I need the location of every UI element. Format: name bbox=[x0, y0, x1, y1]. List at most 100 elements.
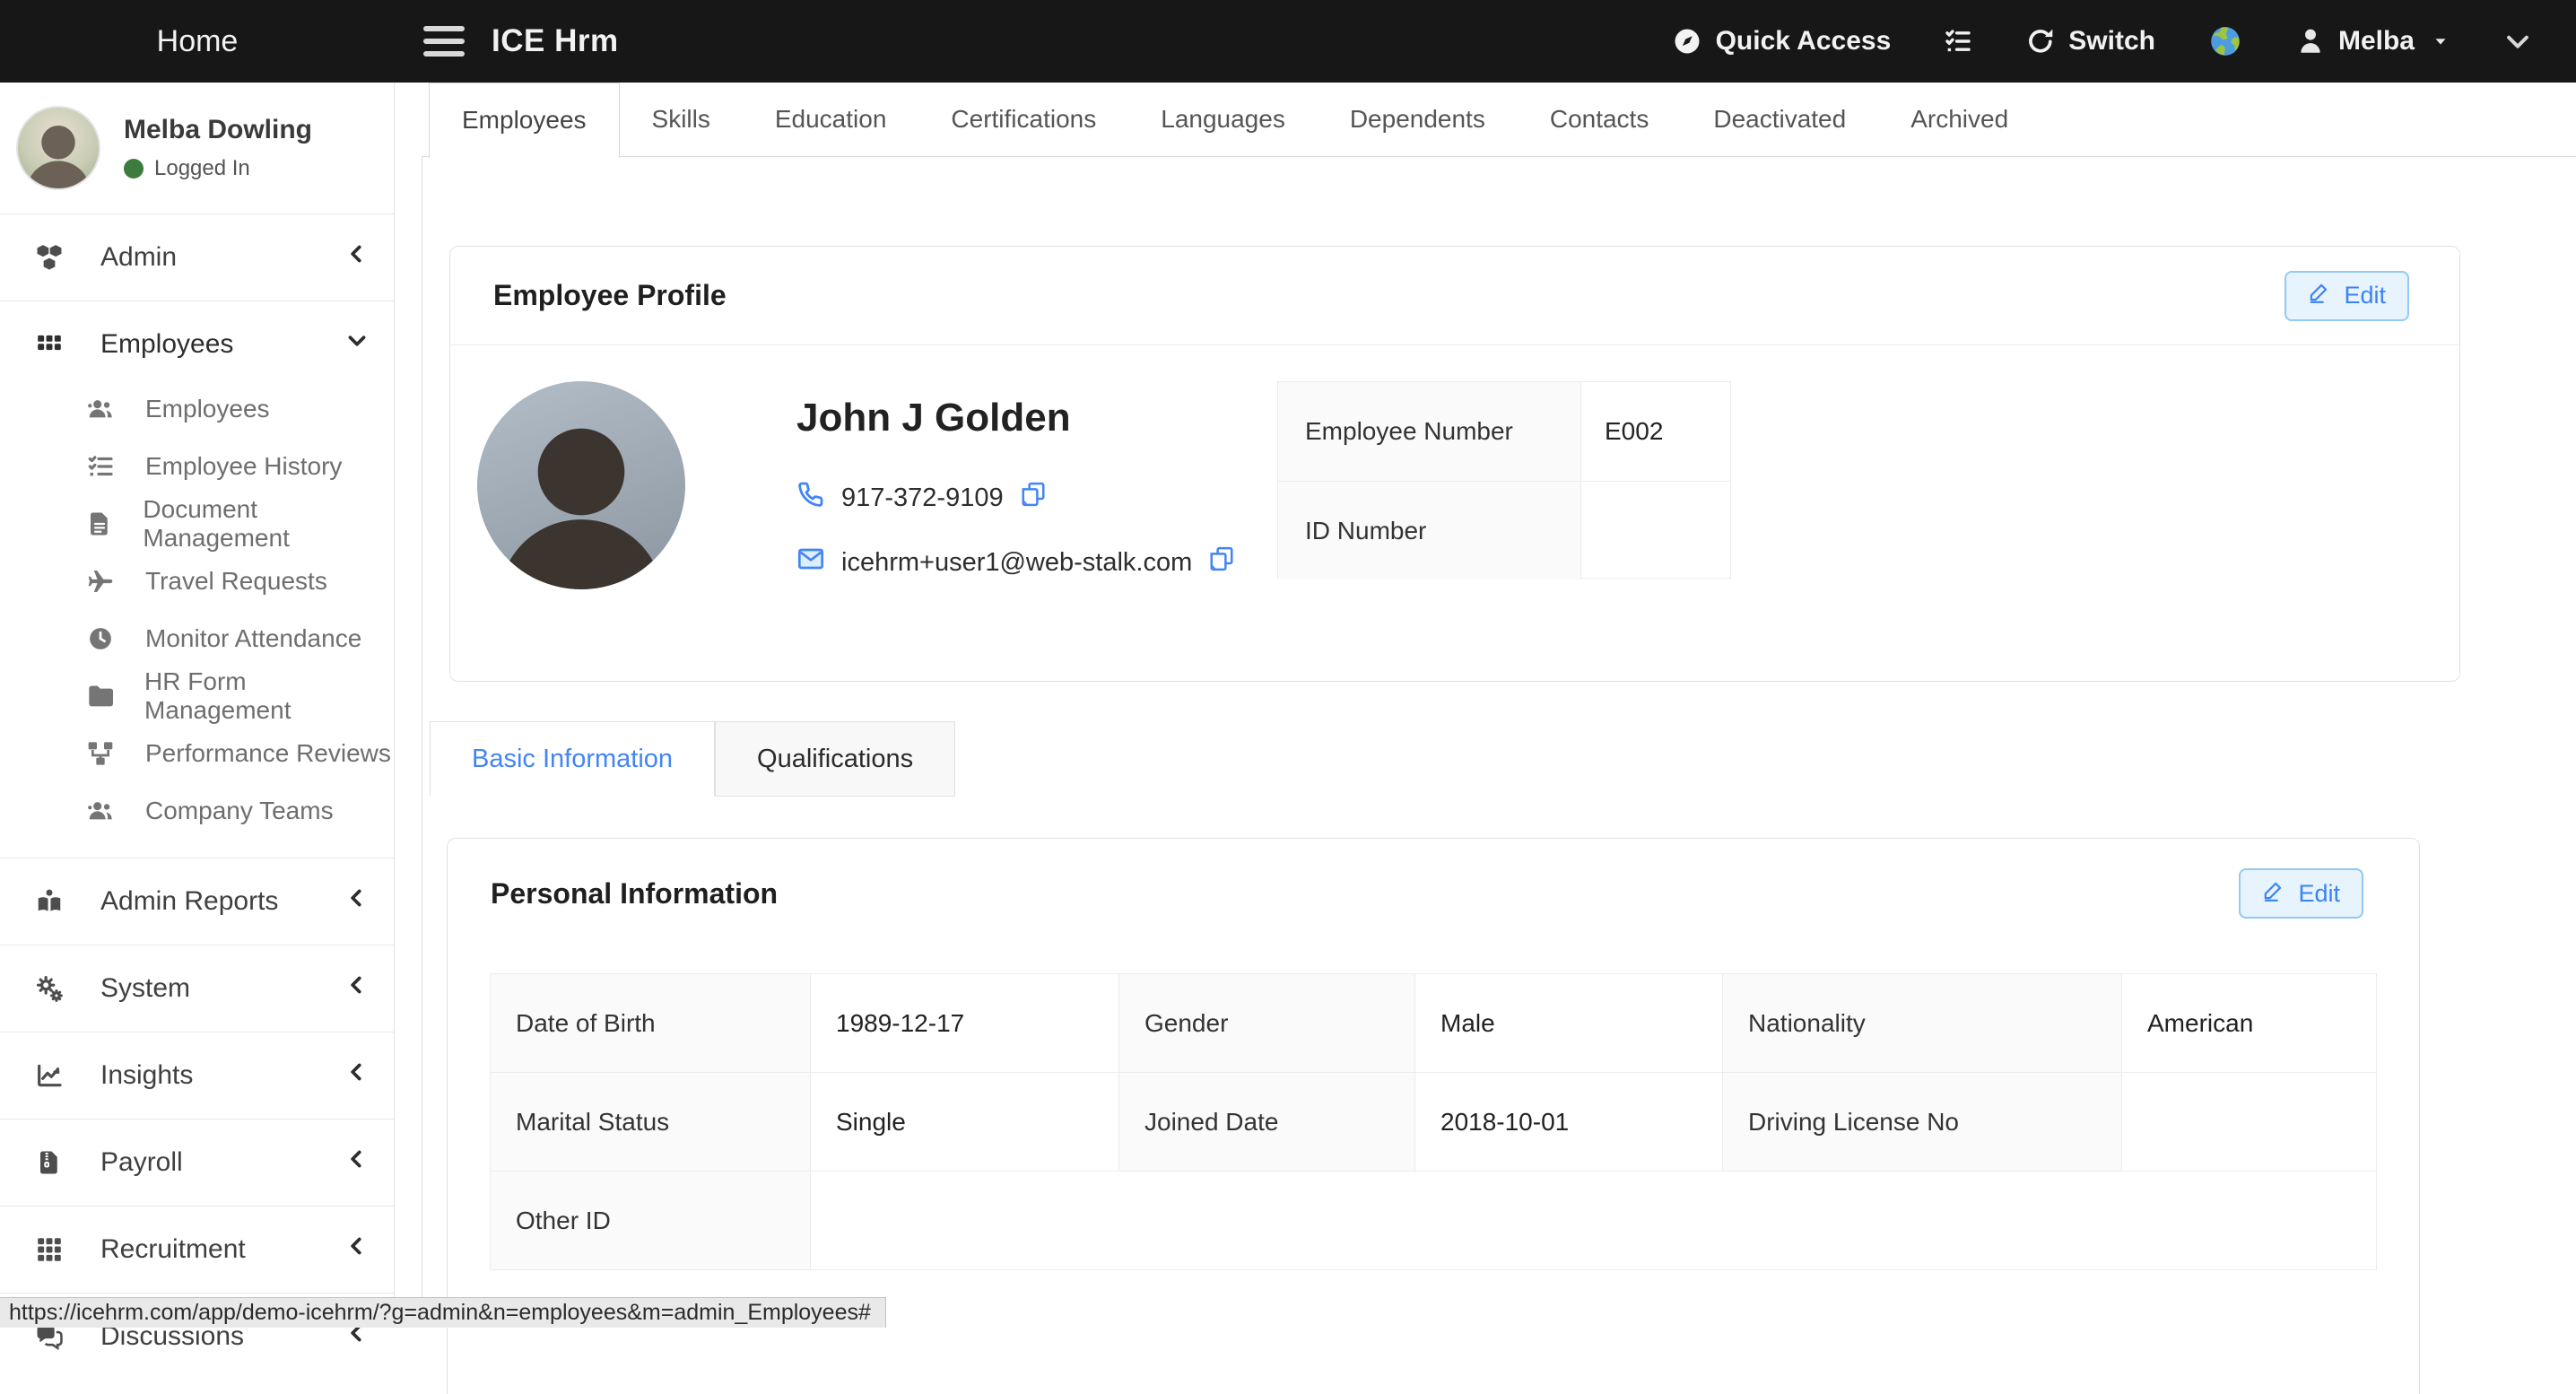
file-zipper-icon bbox=[30, 1149, 68, 1176]
switch-icon bbox=[2025, 26, 2056, 57]
sidebar-item-employees[interactable]: Employees bbox=[0, 309, 394, 380]
personal-edit-button[interactable]: Edit bbox=[2239, 868, 2363, 919]
subtab-qualifications[interactable]: Qualifications bbox=[715, 721, 955, 797]
quick-access-button[interactable]: Quick Access bbox=[1671, 25, 1892, 57]
table-row: Date of Birth 1989-12-17 Gender Male Nat… bbox=[491, 974, 2377, 1073]
list-check-icon bbox=[83, 452, 118, 481]
tab-languages[interactable]: Languages bbox=[1128, 83, 1318, 156]
top-bar: Home ICE Hrm Quick Access Switch bbox=[0, 0, 2576, 83]
status-url-bar: https://icehrm.com/app/demo-icehrm/?g=ad… bbox=[0, 1297, 886, 1328]
module-tabs: Employees Skills Education Certification… bbox=[429, 83, 2576, 156]
sidebar-subitem-employee-history[interactable]: Employee History bbox=[0, 438, 394, 495]
sidebar-subitem-employees[interactable]: Employees bbox=[0, 380, 394, 438]
table-row: Employee Number E002 bbox=[1278, 382, 1730, 481]
table-row: Other ID bbox=[491, 1172, 2377, 1270]
table-row: ID Number bbox=[1278, 481, 1730, 579]
tab-archived[interactable]: Archived bbox=[1878, 83, 2041, 156]
sidebar-item-insights[interactable]: Insights bbox=[0, 1040, 394, 1111]
chevron-left-icon bbox=[345, 1147, 369, 1178]
phone-icon bbox=[796, 480, 825, 516]
employee-phone-row: 917-372-9109 bbox=[796, 480, 1235, 516]
employee-photo bbox=[477, 381, 685, 589]
personal-information-title: Personal Information bbox=[491, 877, 778, 910]
sidebar-user-card: Melba Dowling Logged In bbox=[0, 83, 394, 214]
tasks-button[interactable] bbox=[1943, 26, 1973, 57]
sidebar-subitem-hr-form-management[interactable]: HR Form Management bbox=[0, 667, 394, 725]
compass-icon bbox=[1671, 25, 1703, 57]
employee-profile-card: Employee Profile Edit John J Golden bbox=[449, 246, 2460, 682]
copy-icon[interactable] bbox=[1208, 545, 1235, 579]
sidebar-item-admin-reports[interactable]: Admin Reports bbox=[0, 866, 394, 937]
sidebar-subitem-performance-reviews[interactable]: Performance Reviews bbox=[0, 725, 394, 782]
tab-certifications[interactable]: Certifications bbox=[918, 83, 1128, 156]
employee-id-table: Employee Number E002 ID Number bbox=[1277, 381, 1731, 579]
clock-icon bbox=[83, 625, 118, 652]
tab-education[interactable]: Education bbox=[743, 83, 919, 156]
sidebar-subitem-travel-requests[interactable]: Travel Requests bbox=[0, 553, 394, 610]
tab-contacts[interactable]: Contacts bbox=[1518, 83, 1682, 156]
tab-deactivated[interactable]: Deactivated bbox=[1681, 83, 1878, 156]
mail-icon bbox=[796, 545, 825, 580]
chevron-left-icon bbox=[345, 1234, 369, 1265]
sidebar-item-recruitment[interactable]: Recruitment bbox=[0, 1214, 394, 1285]
status-dot bbox=[124, 159, 144, 179]
hamburger-menu-icon[interactable] bbox=[423, 26, 465, 57]
caret-down-icon bbox=[2431, 31, 2450, 51]
edit-pencil-icon bbox=[2308, 281, 2331, 310]
user-menu[interactable]: Melba bbox=[2295, 26, 2450, 57]
users-icon bbox=[83, 797, 118, 825]
gears-icon bbox=[30, 973, 68, 1004]
personal-information-table: Date of Birth 1989-12-17 Gender Male Nat… bbox=[490, 973, 2377, 1270]
tab-dependents[interactable]: Dependents bbox=[1318, 83, 1518, 156]
user-name: Melba Dowling bbox=[124, 115, 312, 145]
collapse-topbar-button[interactable] bbox=[2502, 26, 2533, 57]
profile-subtabs: Basic Information Qualifications bbox=[430, 721, 955, 797]
employee-email[interactable]: icehrm+user1@web-stalk.com bbox=[841, 548, 1192, 578]
employee-name: John J Golden bbox=[796, 396, 1235, 440]
sidebar-item-admin[interactable]: Admin bbox=[0, 222, 394, 293]
edit-pencil-icon bbox=[2262, 879, 2285, 909]
tab-panel: Employee Profile Edit John J Golden bbox=[422, 156, 2576, 1328]
user-icon bbox=[2295, 26, 2326, 57]
chevron-down-icon bbox=[345, 329, 369, 360]
sidebar-item-system[interactable]: System bbox=[0, 953, 394, 1024]
employee-phone[interactable]: 917-372-9109 bbox=[841, 484, 1004, 513]
profile-edit-button[interactable]: Edit bbox=[2284, 271, 2409, 321]
tab-skills[interactable]: Skills bbox=[620, 83, 743, 156]
sidebar-item-payroll[interactable]: Payroll bbox=[0, 1127, 394, 1198]
tab-employees[interactable]: Employees bbox=[429, 83, 620, 158]
employee-profile-title: Employee Profile bbox=[493, 279, 727, 312]
plane-icon bbox=[83, 567, 118, 596]
login-status: Logged In bbox=[154, 156, 250, 181]
avatar bbox=[16, 106, 100, 190]
home-link[interactable]: Home bbox=[0, 24, 395, 59]
subtab-basic-information[interactable]: Basic Information bbox=[430, 721, 715, 797]
sidebar-subitem-monitor-attendance[interactable]: Monitor Attendance bbox=[0, 610, 394, 667]
table-row: Marital Status Single Joined Date 2018-1… bbox=[491, 1073, 2377, 1172]
chevron-left-icon bbox=[345, 886, 369, 917]
sidebar-subitem-document-management[interactable]: Document Management bbox=[0, 495, 394, 553]
switch-button[interactable]: Switch bbox=[2025, 26, 2155, 57]
document-icon bbox=[83, 510, 116, 537]
sidebar: Melba Dowling Logged In Admin Employees bbox=[0, 83, 395, 1328]
chart-line-icon bbox=[30, 1061, 68, 1090]
chevron-down-icon bbox=[2502, 26, 2533, 57]
app-brand: ICE Hrm bbox=[492, 23, 619, 59]
grid-icon bbox=[30, 1235, 68, 1264]
book-reader-icon bbox=[30, 887, 68, 916]
chevron-left-icon bbox=[345, 1060, 369, 1091]
language-globe-button[interactable] bbox=[2207, 23, 2243, 59]
folder-icon bbox=[83, 682, 117, 710]
globe-icon bbox=[2207, 23, 2243, 59]
chevron-left-icon bbox=[345, 242, 369, 273]
status-url: https://icehrm.com/app/demo-icehrm/?g=ad… bbox=[9, 1300, 871, 1326]
chevron-left-icon bbox=[345, 973, 369, 1004]
sitemap-icon bbox=[83, 739, 118, 768]
checklist-icon bbox=[1943, 26, 1973, 57]
copy-icon[interactable] bbox=[1020, 481, 1047, 515]
users-icon bbox=[83, 395, 118, 423]
sidebar-subitem-company-teams[interactable]: Company Teams bbox=[0, 782, 394, 840]
grid-icon bbox=[30, 330, 68, 359]
cubes-icon bbox=[30, 242, 68, 273]
main-content: Employees Skills Education Certification… bbox=[395, 83, 2576, 1328]
